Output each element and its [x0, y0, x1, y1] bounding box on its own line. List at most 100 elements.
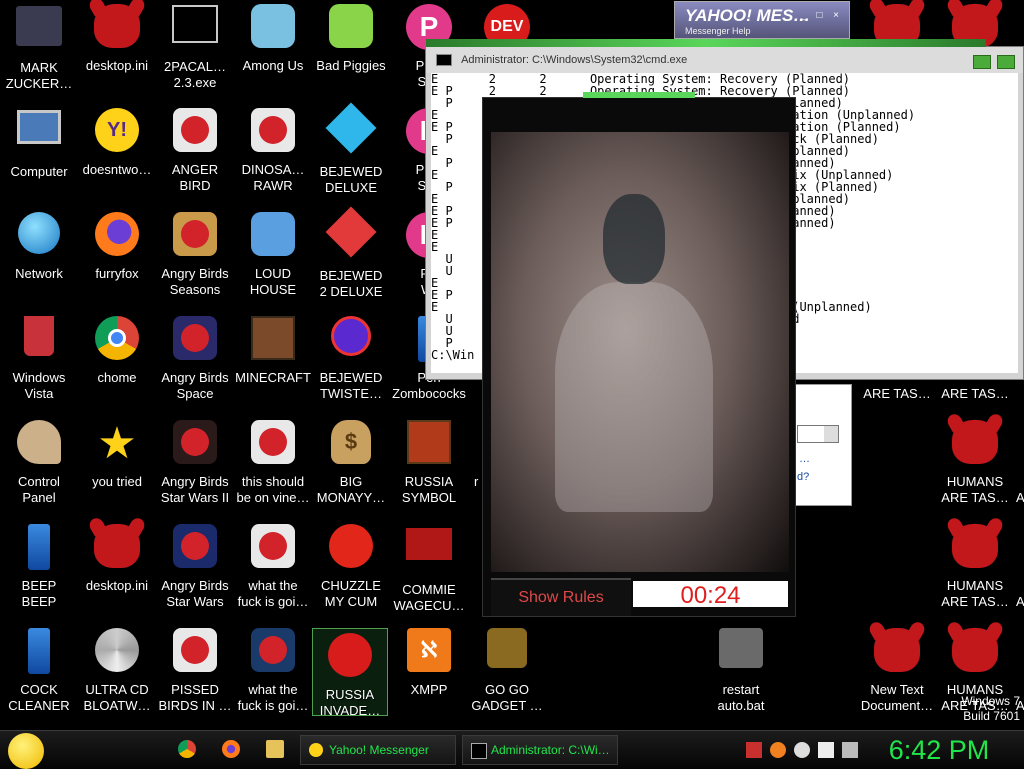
desktop-icon-bejewed-2[interactable]: BEJEWED 2 DELUXE: [312, 206, 390, 312]
partial-label-are-tas-2[interactable]: ARE TAS…: [936, 386, 1014, 401]
desktop-icon-ultra-cd[interactable]: ULTRA CD BLOATW…: [78, 624, 156, 728]
partial-label-r: r: [474, 474, 479, 489]
partial-label-are-tas-1[interactable]: ARE TAS…: [858, 386, 936, 401]
desktop-icon-russia-symbol[interactable]: RUSSIA SYMBOL: [390, 416, 468, 520]
tray-network-icon[interactable]: [746, 742, 762, 758]
firefox-icon: [95, 212, 139, 256]
desktop-icon-bejewed-deluxe[interactable]: BEJEWED DELUXE: [312, 102, 390, 208]
desktop-icon-2pacal[interactable]: 2PACAL… 2.3.exe: [156, 0, 234, 104]
desktop-icon-anger-bird[interactable]: ANGER BIRD: [156, 104, 234, 208]
desktop-icon-ab-seasons[interactable]: Angry Birds Seasons: [156, 208, 234, 312]
desktop-icon-control-panel[interactable]: Control Panel: [0, 416, 78, 520]
desktop-icon-ab-space[interactable]: Angry Birds Space: [156, 312, 234, 416]
desktop-icon-ab-starwars2[interactable]: Angry Birds Star Wars II: [156, 416, 234, 520]
desktop-icon-pissed-birds[interactable]: PISSED BIRDS IN …: [156, 624, 234, 728]
gem-icon: [325, 102, 377, 154]
desktop-icon-russia-invade[interactable]: RUSSIA INVADE…: [312, 628, 388, 718]
hammer-icon: [406, 528, 452, 560]
dialog-dropdown[interactable]: [797, 425, 839, 443]
minimize-button[interactable]: [972, 55, 991, 69]
chrome-icon: [95, 316, 139, 360]
taskbar-yahoo-messenger[interactable]: Yahoo! Messenger: [300, 735, 456, 765]
desktop-icon-computer[interactable]: Computer: [0, 104, 78, 208]
desktop-icon-new-text-document[interactable]: New Text Document…: [858, 624, 936, 728]
desktop-icon-desktop-ini[interactable]: desktop.ini: [78, 0, 156, 104]
show-rules-button[interactable]: Show Rules: [491, 578, 631, 616]
yahoo-messenger-widget[interactable]: YAHOO! MES… Messenger Help _ □ ×: [674, 1, 850, 39]
start-button[interactable]: [8, 733, 44, 769]
desktop-icon-chome[interactable]: chome: [78, 312, 156, 416]
angry-bird-icon: [251, 108, 295, 152]
radiation-icon: [328, 633, 372, 677]
angry-bird-icon: [173, 316, 217, 360]
angry-bird-icon: [173, 628, 217, 672]
taskbar-cmd[interactable]: Administrator: C:\Wi…: [462, 735, 618, 765]
desktop-icon-mark-zucker[interactable]: MARK ZUCKER…: [0, 0, 78, 104]
desktop-icon-bejewed-twist[interactable]: BEJEWED TWISTE…: [312, 312, 390, 416]
folder-quicklaunch-icon[interactable]: [266, 740, 284, 758]
ghost-dress: [555, 282, 713, 512]
desktop-icon-dinosa[interactable]: DINOSA… RAWR: [234, 104, 312, 208]
partial-label-a2: A: [1016, 594, 1024, 609]
desktop-icon-ab-starwars[interactable]: Angry Birds Star Wars: [156, 520, 234, 624]
tray-volume-icon[interactable]: [842, 742, 858, 758]
dialog-link-help[interactable]: d?: [797, 471, 809, 483]
yahoo-icon: Y!: [95, 108, 139, 152]
maximize-button[interactable]: [997, 55, 1015, 69]
desktop-icon-bad-piggies[interactable]: Bad Piggies: [312, 0, 390, 104]
desktop-icon-humans-2[interactable]: HUMANS ARE TAS…: [936, 520, 1014, 624]
yahoo-smiley-icon: [309, 743, 323, 757]
desktop-icon-minecraft[interactable]: MINECRAFT: [234, 312, 312, 416]
desktop-icon-loud-house[interactable]: LOUD HOUSE: [234, 208, 312, 312]
desktop-icon-vine[interactable]: this should be on vine…: [234, 416, 312, 520]
star-icon: ★: [97, 419, 137, 468]
cmd-top-strip: [426, 39, 986, 47]
video-window[interactable]: Show Rules 00:24: [482, 92, 796, 617]
computer-icon: [17, 110, 61, 144]
taskbar-clock[interactable]: 6:42 PM: [884, 732, 994, 768]
angry-bird-icon: [251, 524, 295, 568]
demon-icon: [952, 628, 998, 672]
yahoo-logo: YAHOO! MES…: [685, 6, 811, 25]
desktop-icon-desktop-ini-2[interactable]: desktop.ini: [78, 520, 156, 624]
desktop-icon-you-tried[interactable]: ★ you tried: [78, 416, 156, 520]
disc-icon: [95, 628, 139, 672]
desktop-icon-doesntwo[interactable]: Y! doesntwo…: [78, 104, 156, 208]
desktop-icon-what-the-1[interactable]: what the fuck is goi…: [234, 520, 312, 624]
blue-bar-icon: [28, 628, 50, 674]
minecraft-icon: [251, 316, 295, 360]
tray-search-icon[interactable]: [770, 742, 786, 758]
chuzzle-icon: [329, 524, 373, 568]
desktop-icon-network[interactable]: Network: [0, 208, 78, 312]
desktop-icon-restart-auto[interactable]: restart auto.bat: [702, 624, 780, 728]
chrome-quicklaunch-icon[interactable]: [178, 740, 196, 758]
desktop-icon-go-go-gadget[interactable]: GO GO GADGET …: [468, 624, 546, 728]
desktop-icon-humans-1[interactable]: HUMANS ARE TAS…: [936, 416, 1014, 520]
desktop-icon-xmpp[interactable]: ℵ XMPP: [390, 624, 468, 728]
tray-yahoo-icon[interactable]: [794, 742, 810, 758]
windows-build-watermark: Windows 7 Build 7601: [961, 694, 1020, 723]
money-bag-icon: $: [331, 420, 371, 464]
tray-flag-icon[interactable]: [818, 742, 834, 758]
yahoo-window-controls[interactable]: _ □ ×: [800, 10, 843, 21]
dialog-link-dots[interactable]: …: [799, 453, 810, 465]
video-frame: [491, 132, 789, 572]
angry-bird-icon: [251, 420, 295, 464]
desktop-icon-what-the-2[interactable]: what the fuck is goi…: [234, 624, 312, 728]
demon-icon: [94, 4, 140, 48]
desktop-icon-furryfox[interactable]: furryfox: [78, 208, 156, 312]
cmd-icon: [172, 5, 218, 43]
desktop-icon-among-us[interactable]: Among Us: [234, 0, 312, 104]
cmd-title-bar[interactable]: Administrator: C:\Windows\System32\cmd.e…: [426, 47, 1023, 73]
desktop-icon-chuzzle[interactable]: CHUZZLE MY CUM: [312, 520, 390, 624]
desktop-icon-beep-beep[interactable]: BEEP BEEP: [0, 520, 78, 624]
desktop-icon-windows-vista[interactable]: Windows Vista: [0, 312, 78, 416]
desktop-icon-cock-cleaner[interactable]: COCK CLEANER: [0, 624, 78, 728]
angry-bird-icon: [173, 524, 217, 568]
desktop-icon-big-money[interactable]: $ BIG MONAYY…: [312, 416, 390, 520]
firefox-quicklaunch-icon[interactable]: [222, 740, 240, 758]
gear-icon: [719, 628, 763, 668]
desktop-icon-commie[interactable]: COMMIE WAGECU…: [390, 520, 468, 624]
yahoo-menu[interactable]: Messenger Help: [685, 26, 751, 36]
ruby-icon: [331, 316, 371, 356]
